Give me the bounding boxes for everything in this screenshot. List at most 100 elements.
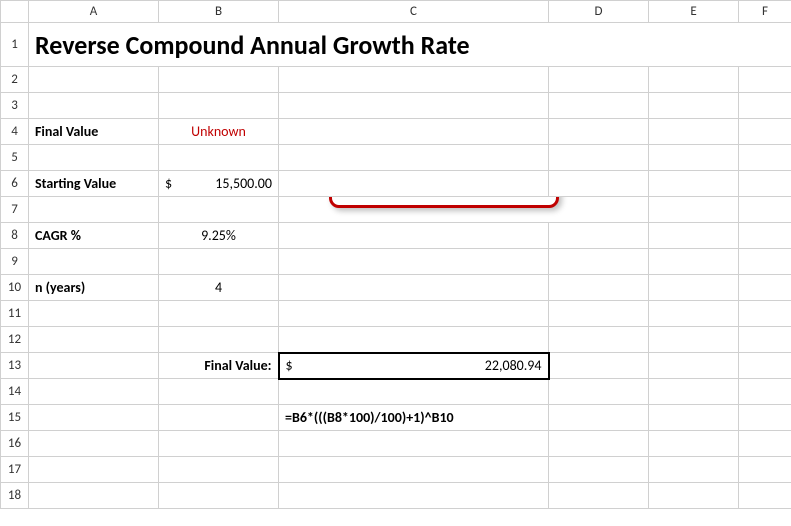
row-header-7[interactable]: 7	[1, 197, 29, 223]
cell-D2[interactable]	[549, 67, 649, 93]
title-cell[interactable]: Reverse Compound Annual Growth Rate	[29, 23, 791, 67]
cell-D6[interactable]	[549, 171, 649, 197]
cell-E18[interactable]	[649, 483, 739, 509]
cell-C8[interactable]	[279, 223, 549, 249]
cell-B5[interactable]	[159, 145, 279, 171]
cell-D5[interactable]	[549, 145, 649, 171]
cell-E10[interactable]	[649, 275, 739, 301]
cell-D3[interactable]	[549, 93, 649, 119]
cell-F3[interactable]	[739, 93, 791, 119]
final-value-unknown[interactable]: Unknown	[159, 119, 279, 145]
cell-A7[interactable]	[29, 197, 159, 223]
cell-B2[interactable]	[159, 67, 279, 93]
row-header-13[interactable]: 13	[1, 353, 29, 379]
cell-F16[interactable]	[739, 431, 791, 457]
cell-D9[interactable]	[549, 249, 649, 275]
cell-D8[interactable]	[549, 223, 649, 249]
cell-D17[interactable]	[549, 457, 649, 483]
cell-C9[interactable]	[279, 249, 549, 275]
row-header-11[interactable]: 11	[1, 301, 29, 327]
cell-A9[interactable]	[29, 249, 159, 275]
col-header-D[interactable]: D	[549, 1, 649, 23]
cell-E13[interactable]	[649, 353, 739, 379]
cell-E6[interactable]	[649, 171, 739, 197]
cell-F7[interactable]	[739, 197, 791, 223]
row-header-8[interactable]: 8	[1, 223, 29, 249]
cell-F4[interactable]	[739, 119, 791, 145]
cell-B3[interactable]	[159, 93, 279, 119]
cell-B9[interactable]	[159, 249, 279, 275]
cell-F5[interactable]	[739, 145, 791, 171]
cell-E14[interactable]	[649, 379, 739, 405]
cell-F18[interactable]	[739, 483, 791, 509]
row-header-17[interactable]: 17	[1, 457, 29, 483]
cell-A17[interactable]	[29, 457, 159, 483]
col-header-E[interactable]: E	[649, 1, 739, 23]
cell-C2[interactable]	[279, 67, 549, 93]
cell-A12[interactable]	[29, 327, 159, 353]
cell-C17[interactable]	[279, 457, 549, 483]
starting-value-cell[interactable]: $ 15,500.00	[159, 171, 279, 197]
cell-C16[interactable]	[279, 431, 549, 457]
cell-A16[interactable]	[29, 431, 159, 457]
cell-C10[interactable]	[279, 275, 549, 301]
col-header-C[interactable]: C	[279, 1, 549, 23]
row-header-2[interactable]: 2	[1, 67, 29, 93]
cell-B16[interactable]	[159, 431, 279, 457]
n-years-value[interactable]: 4	[159, 275, 279, 301]
cell-E9[interactable]	[649, 249, 739, 275]
row-header-9[interactable]: 9	[1, 249, 29, 275]
cell-A11[interactable]	[29, 301, 159, 327]
cell-D14[interactable]	[549, 379, 649, 405]
cell-D13[interactable]	[549, 353, 649, 379]
final-value-result-label[interactable]: Final Value:	[159, 353, 279, 379]
cell-C3[interactable]	[279, 93, 549, 119]
n-years-label[interactable]: n (years)	[29, 275, 159, 301]
cell-B7[interactable]	[159, 197, 279, 223]
cell-D4[interactable]	[549, 119, 649, 145]
cell-A15[interactable]	[29, 405, 159, 431]
cell-B18[interactable]	[159, 483, 279, 509]
cell-C5[interactable]	[279, 145, 549, 171]
cell-C6[interactable]	[279, 171, 549, 197]
cell-D12[interactable]	[549, 327, 649, 353]
cell-C12[interactable]	[279, 327, 549, 353]
cell-E2[interactable]	[649, 67, 739, 93]
cell-B12[interactable]	[159, 327, 279, 353]
cagr-label[interactable]: CAGR %	[29, 223, 159, 249]
cell-E16[interactable]	[649, 431, 739, 457]
cell-F11[interactable]	[739, 301, 791, 327]
cell-A2[interactable]	[29, 67, 159, 93]
cell-E5[interactable]	[649, 145, 739, 171]
cell-E12[interactable]	[649, 327, 739, 353]
cell-B15[interactable]	[159, 405, 279, 431]
corner-cell[interactable]	[1, 1, 29, 23]
cell-D16[interactable]	[549, 431, 649, 457]
row-header-5[interactable]: 5	[1, 145, 29, 171]
cell-A3[interactable]	[29, 93, 159, 119]
spreadsheet-grid[interactable]: A B C D E F 1 Reverse Compound Annual Gr…	[0, 0, 791, 509]
cell-F14[interactable]	[739, 379, 791, 405]
cell-C4[interactable]	[279, 119, 549, 145]
final-value-label[interactable]: Final Value	[29, 119, 159, 145]
cell-B11[interactable]	[159, 301, 279, 327]
cell-F2[interactable]	[739, 67, 791, 93]
cell-D18[interactable]	[549, 483, 649, 509]
cell-A13[interactable]	[29, 353, 159, 379]
row-header-1[interactable]: 1	[1, 23, 29, 67]
cell-F9[interactable]	[739, 249, 791, 275]
row-header-6[interactable]: 6	[1, 171, 29, 197]
cell-D15[interactable]	[549, 405, 649, 431]
cell-E15[interactable]	[649, 405, 739, 431]
row-header-10[interactable]: 10	[1, 275, 29, 301]
cell-C11[interactable]	[279, 301, 549, 327]
cell-A18[interactable]	[29, 483, 159, 509]
cell-E3[interactable]	[649, 93, 739, 119]
col-header-F[interactable]: F	[739, 1, 791, 23]
cell-F8[interactable]	[739, 223, 791, 249]
cell-F13[interactable]	[739, 353, 791, 379]
cell-B14[interactable]	[159, 379, 279, 405]
row-header-16[interactable]: 16	[1, 431, 29, 457]
formula-display[interactable]: =B6*(((B8*100)/100)+1)^B10	[279, 405, 549, 431]
cell-E8[interactable]	[649, 223, 739, 249]
